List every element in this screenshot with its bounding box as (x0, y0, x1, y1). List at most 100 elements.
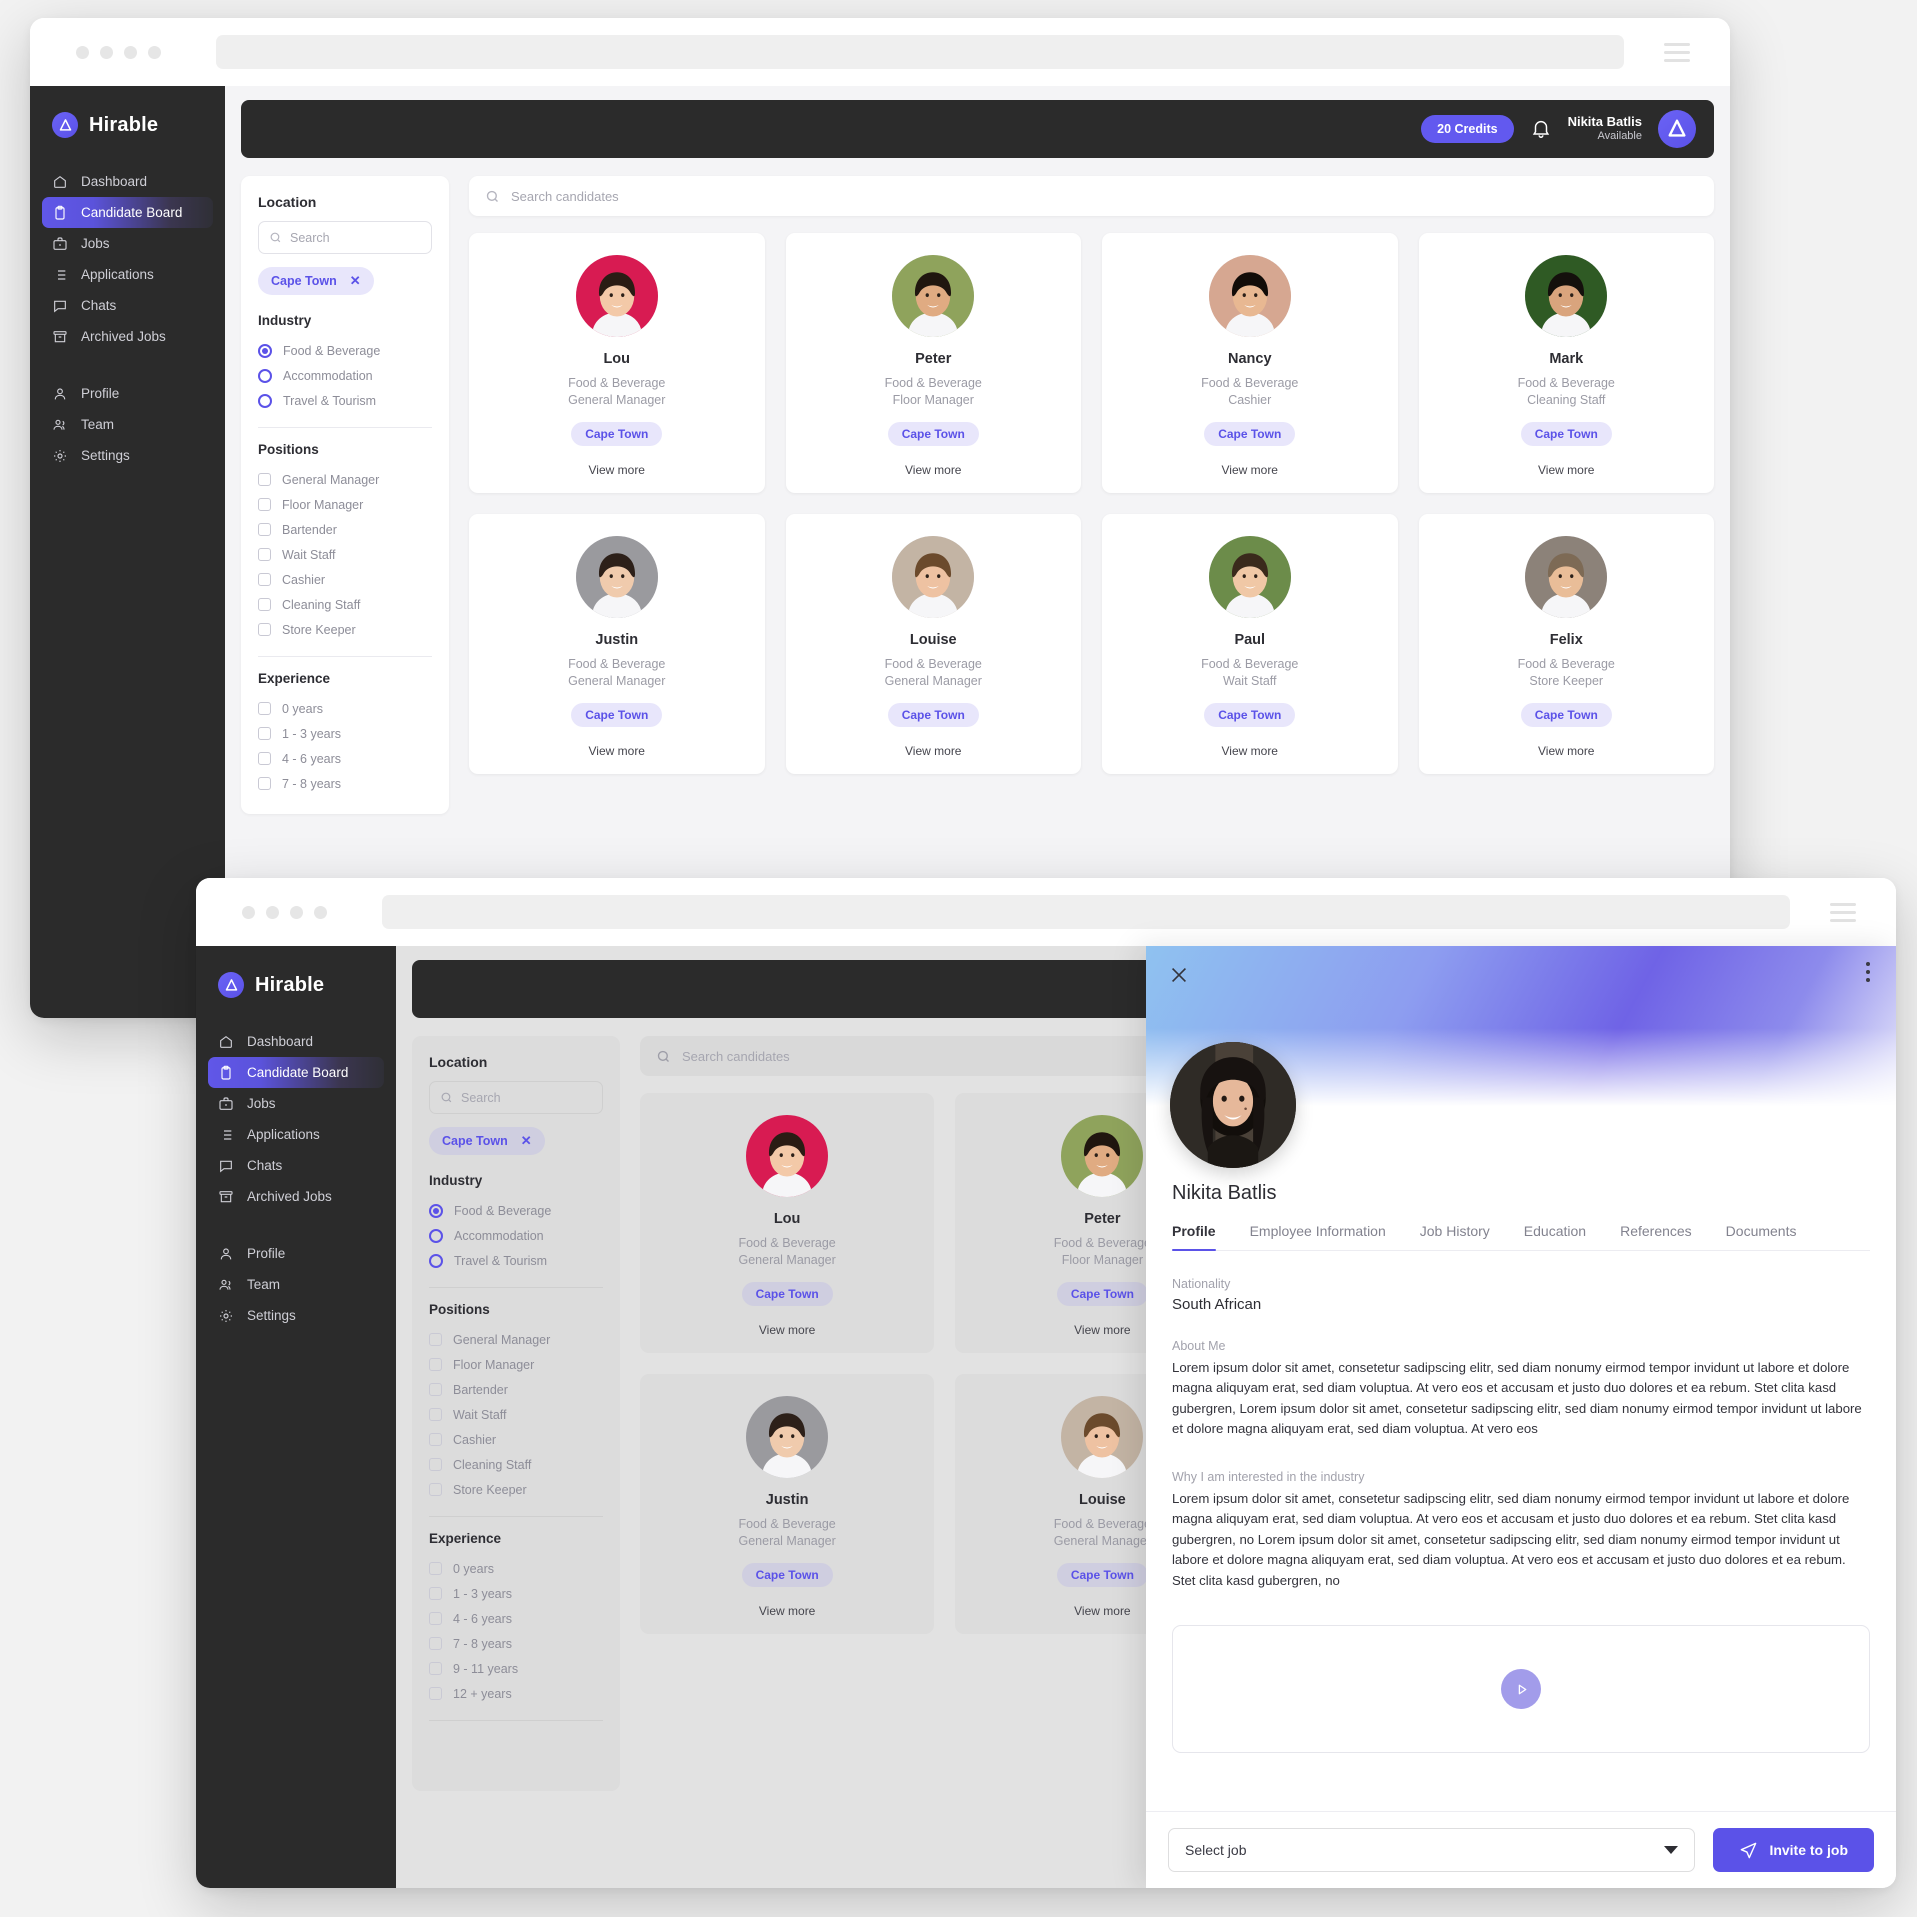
experience-option[interactable]: 1 - 3 years (258, 721, 432, 746)
user-meta[interactable]: Nikita Batlis Available (1568, 114, 1642, 144)
view-more-link[interactable]: View more (479, 463, 755, 477)
sidebar-item-jobs[interactable]: Jobs (208, 1088, 384, 1119)
window-dot[interactable] (124, 45, 137, 59)
experience-option[interactable]: 4 - 6 years (258, 746, 432, 771)
avatar[interactable] (1658, 110, 1696, 148)
sidebar-item-candidate-board[interactable]: Candidate Board (42, 197, 213, 228)
sidebar-item-applications[interactable]: Applications (42, 259, 213, 290)
view-more-link[interactable]: View more (796, 744, 1072, 758)
window-controls[interactable] (242, 905, 327, 919)
experience-option[interactable]: 0 years (258, 696, 432, 721)
experience-option[interactable]: 0 years (429, 1556, 603, 1581)
position-option[interactable]: Cleaning Staff (429, 1452, 603, 1477)
menu-icon[interactable] (1830, 902, 1856, 922)
experience-option[interactable]: 7 - 8 years (429, 1631, 603, 1656)
industry-option-travel-tourism[interactable]: Travel & Tourism (258, 388, 432, 413)
candidate-card[interactable]: Lou Food & Beverage General Manager Cape To… (469, 233, 765, 493)
experience-option[interactable]: 7 - 8 years (258, 771, 432, 796)
sidebar-item-dashboard[interactable]: Dashboard (208, 1026, 384, 1057)
view-more-link[interactable]: View more (1429, 744, 1705, 758)
location-chip[interactable]: Cape Town ✕ (258, 267, 374, 295)
experience-option[interactable]: 9 - 11 years (429, 1656, 603, 1681)
invite-to-job-button[interactable]: Invite to job (1713, 1828, 1874, 1872)
position-option[interactable]: Store Keeper (429, 1477, 603, 1502)
view-more-link[interactable]: View more (479, 744, 755, 758)
window-dot[interactable] (76, 45, 89, 59)
location-search-input[interactable]: Search (429, 1081, 603, 1114)
sidebar-item-chats[interactable]: Chats (42, 290, 213, 321)
view-more-link[interactable]: View more (1112, 744, 1388, 758)
position-option[interactable]: Bartender (429, 1377, 603, 1402)
intro-video-player[interactable] (1172, 1625, 1870, 1754)
close-icon[interactable]: ✕ (350, 273, 361, 289)
window-dot[interactable] (148, 45, 161, 59)
candidate-card[interactable]: Nancy Food & Beverage Cashier Cape Town View… (1102, 233, 1398, 493)
experience-option[interactable]: 4 - 6 years (429, 1606, 603, 1631)
tab-references[interactable]: References (1620, 1223, 1692, 1250)
sidebar-item-team[interactable]: Team (208, 1269, 384, 1300)
tab-profile[interactable]: Profile (1172, 1223, 1216, 1251)
sidebar-item-settings[interactable]: Settings (208, 1300, 384, 1331)
sidebar-item-settings[interactable]: Settings (42, 440, 213, 471)
tab-employee-information[interactable]: Employee Information (1250, 1223, 1386, 1250)
position-option[interactable]: Store Keeper (258, 617, 432, 642)
position-option[interactable]: Cleaning Staff (258, 592, 432, 617)
credits-badge[interactable]: 20 Credits (1421, 115, 1514, 143)
tab-job-history[interactable]: Job History (1420, 1223, 1490, 1250)
view-more-link[interactable]: View more (796, 463, 1072, 477)
candidate-card[interactable]: Paul Food & Beverage Wait Staff Cape Town Vi… (1102, 513, 1398, 774)
position-option[interactable]: Wait Staff (429, 1402, 603, 1427)
position-option[interactable]: Cashier (429, 1427, 603, 1452)
industry-option-food-beverage[interactable]: Food & Beverage (258, 338, 432, 363)
position-option[interactable]: Cashier (258, 567, 432, 592)
sidebar-item-chats[interactable]: Chats (208, 1150, 384, 1181)
industry-option-travel-tourism[interactable]: Travel & Tourism (429, 1248, 603, 1273)
experience-option[interactable]: 12 + years (429, 1681, 603, 1706)
tab-education[interactable]: Education (1524, 1223, 1586, 1250)
candidate-card[interactable]: Peter Food & Beverage Floor Manager Cape To… (785, 233, 1081, 493)
more-vertical-icon[interactable] (1866, 962, 1870, 982)
window-controls[interactable] (76, 45, 161, 59)
close-icon[interactable] (1168, 964, 1190, 986)
position-option[interactable]: General Manager (429, 1327, 603, 1352)
browser-window-back[interactable]: Hirable Dashboard Candidate Board Jobs A… (30, 18, 1730, 1018)
position-option[interactable]: General Manager (258, 467, 432, 492)
window-dot[interactable] (266, 905, 279, 919)
location-search-input[interactable]: Search (258, 221, 432, 254)
address-bar[interactable] (216, 35, 1624, 69)
position-option[interactable]: Wait Staff (258, 542, 432, 567)
sidebar-item-jobs[interactable]: Jobs (42, 228, 213, 259)
search-input[interactable]: Search candidates (469, 176, 1714, 216)
window-dot[interactable] (314, 905, 327, 919)
position-option[interactable]: Bartender (258, 517, 432, 542)
candidate-card[interactable]: Justin Food & Beverage General Manager Cape… (469, 513, 765, 774)
sidebar-item-profile[interactable]: Profile (208, 1238, 384, 1269)
view-more-link[interactable]: View more (650, 1604, 924, 1618)
view-more-link[interactable]: View more (650, 1323, 924, 1337)
sidebar-item-candidate-board[interactable]: Candidate Board (208, 1057, 384, 1088)
window-dot[interactable] (100, 45, 113, 59)
menu-icon[interactable] (1664, 42, 1690, 62)
tab-documents[interactable]: Documents (1726, 1223, 1797, 1250)
industry-option-accommodation[interactable]: Accommodation (429, 1223, 603, 1248)
position-option[interactable]: Floor Manager (429, 1352, 603, 1377)
browser-window-front[interactable]: Hirable Dashboard Candidate Board Jobs A… (196, 878, 1896, 1888)
play-icon[interactable] (1501, 1669, 1541, 1710)
close-icon[interactable]: ✕ (521, 1133, 532, 1149)
view-more-link[interactable]: View more (1112, 463, 1388, 477)
select-job-dropdown[interactable]: Select job (1168, 1828, 1696, 1872)
address-bar[interactable] (382, 895, 1790, 929)
candidate-card[interactable]: Mark Food & Beverage Cleaning Staff Cape To… (1418, 233, 1714, 493)
candidate-card[interactable]: Felix Food & Beverage Store Keeper Cape Tow… (1418, 513, 1714, 774)
candidate-card[interactable]: Lou Food & Beverage General Manager Cape To… (640, 1093, 935, 1353)
view-more-link[interactable]: View more (1429, 463, 1705, 477)
sidebar-item-dashboard[interactable]: Dashboard (42, 166, 213, 197)
sidebar-item-profile[interactable]: Profile (42, 378, 213, 409)
window-dot[interactable] (242, 905, 255, 919)
sidebar-item-archived-jobs[interactable]: Archived Jobs (208, 1181, 384, 1212)
sidebar-item-archived-jobs[interactable]: Archived Jobs (42, 321, 213, 352)
position-option[interactable]: Floor Manager (258, 492, 432, 517)
candidate-card[interactable]: Justin Food & Beverage General Manager Cape… (640, 1373, 935, 1634)
window-dot[interactable] (290, 905, 303, 919)
industry-option-food-beverage[interactable]: Food & Beverage (429, 1198, 603, 1223)
